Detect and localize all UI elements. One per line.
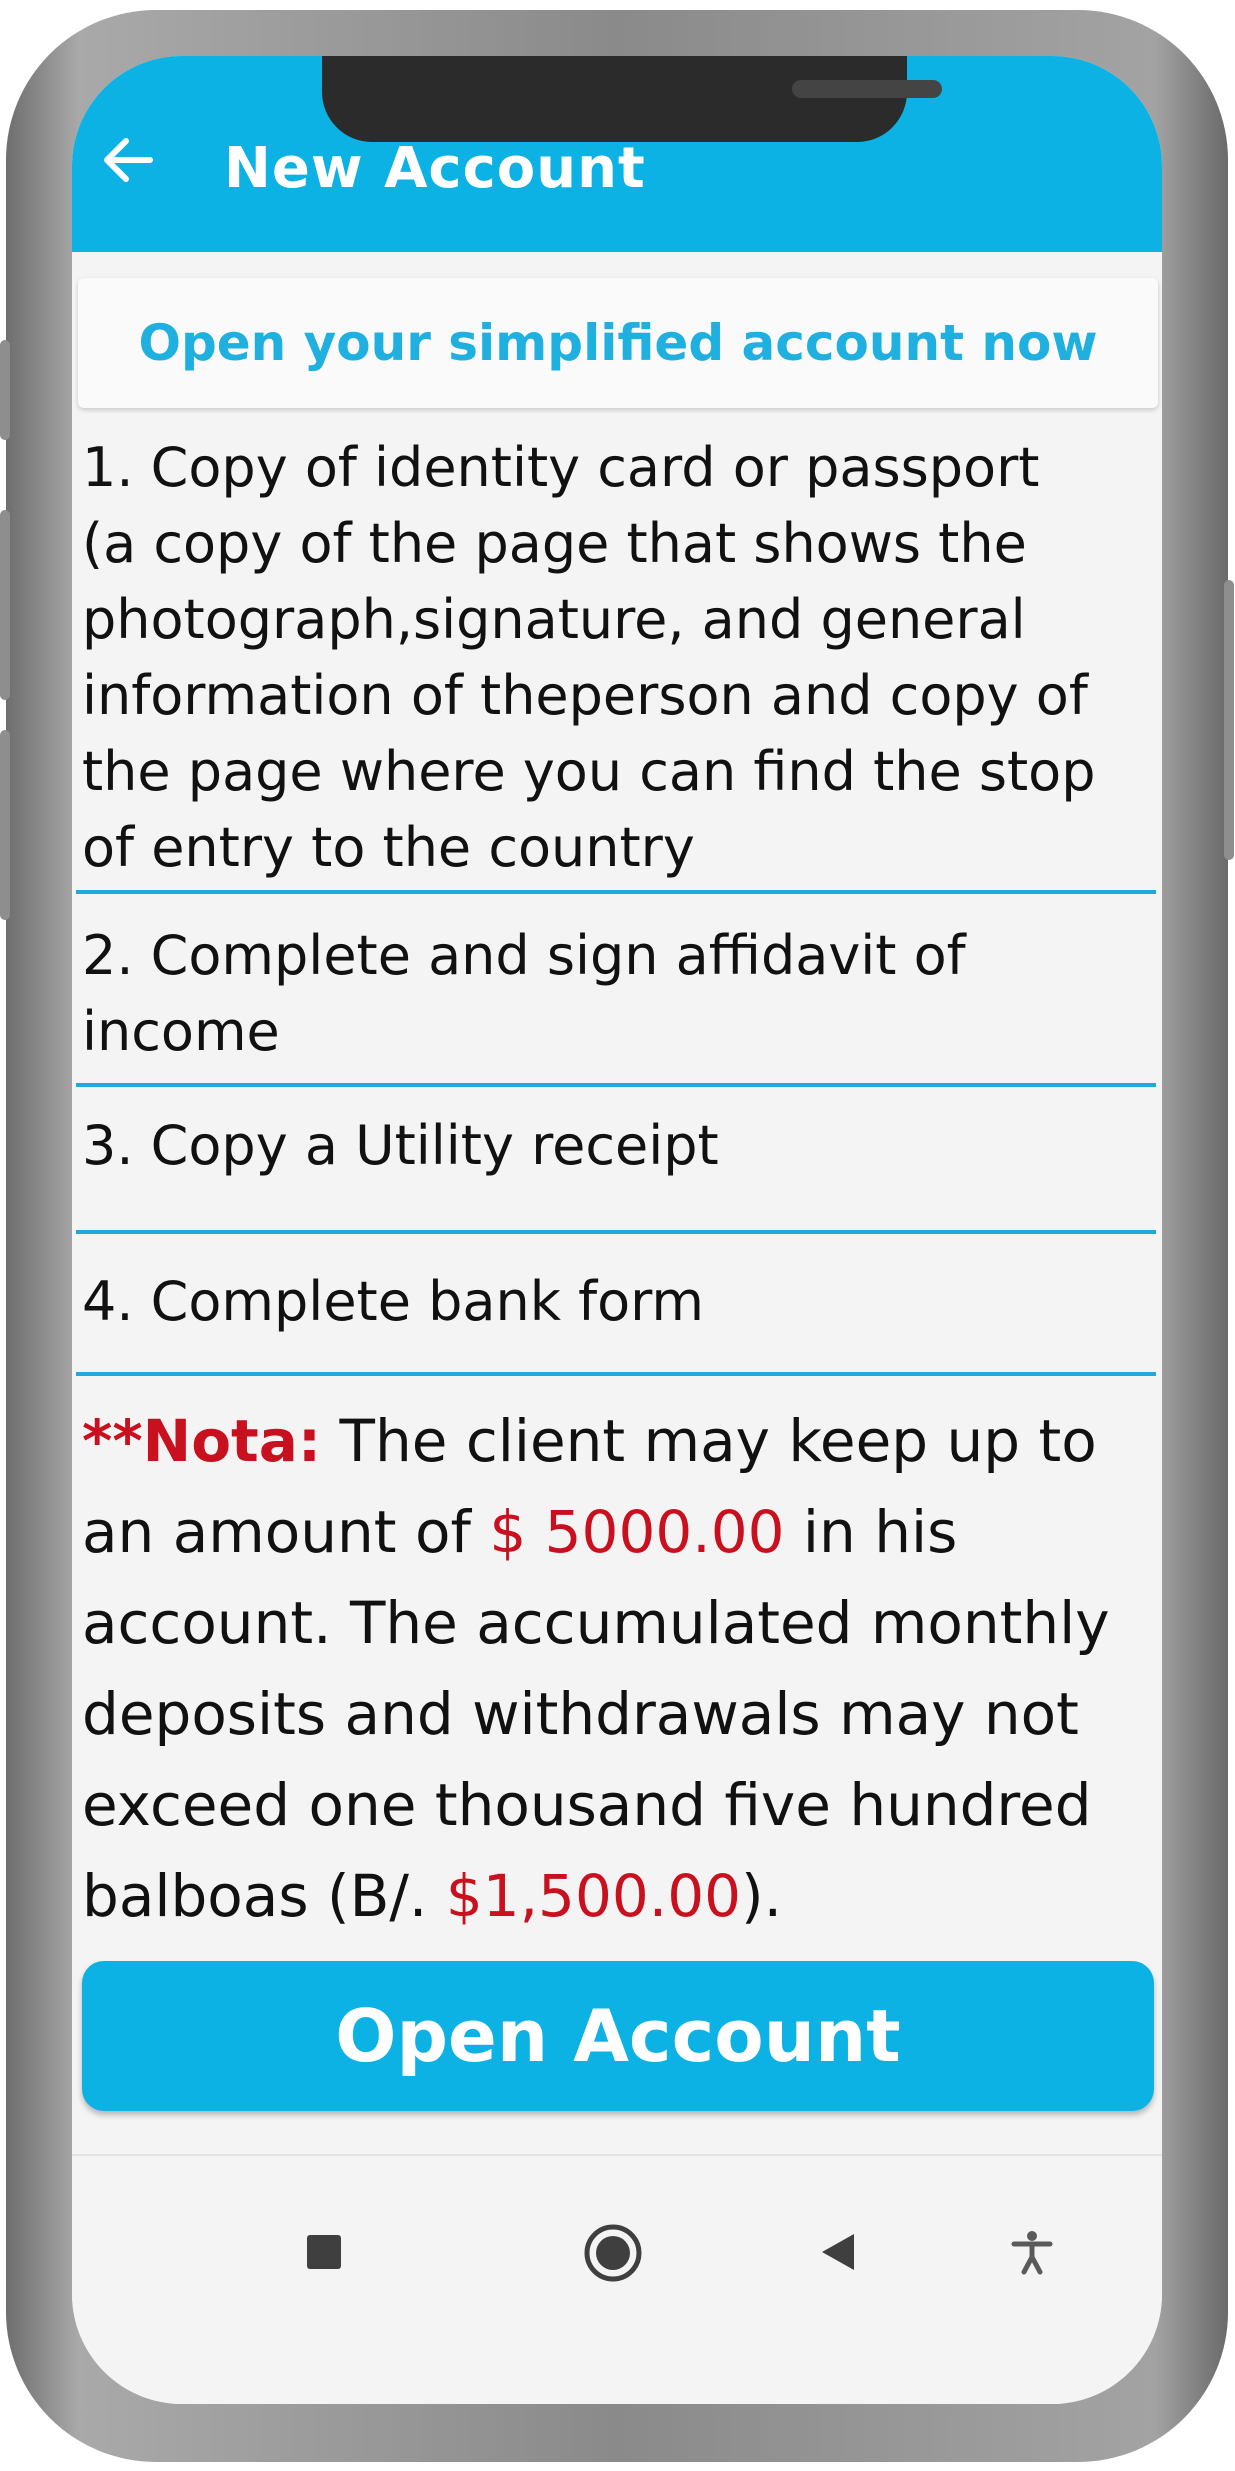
- accessibility-button[interactable]: [1002, 2224, 1062, 2284]
- note-text-part: ).: [741, 1862, 783, 1930]
- requirement-line: (a copy of the page that shows the: [82, 512, 1027, 575]
- volume-down-button: [0, 510, 10, 700]
- app-screen: New Account Open your simplified account…: [72, 56, 1162, 2404]
- requirement-item-2: 2. Complete and sign affidavit of income: [82, 918, 1154, 1070]
- divider: [76, 1230, 1156, 1234]
- side-button-lower: [0, 730, 10, 920]
- subheader-card: Open your simplified account now: [78, 278, 1158, 408]
- back-button[interactable]: [98, 132, 158, 192]
- subheader-text: Open your simplified account now: [138, 314, 1098, 372]
- requirement-line: 3. Copy a Utility receipt: [82, 1114, 719, 1177]
- divider: [76, 890, 1156, 894]
- circle-icon: [582, 2222, 644, 2289]
- page-title: New Account: [224, 136, 646, 201]
- note-line: an amount of $ 5000.00 in his: [82, 1487, 1157, 1578]
- note-line: deposits and withdrawals may not: [82, 1680, 1079, 1748]
- requirement-line: 2. Complete and sign affidavit of: [82, 924, 966, 987]
- app-header: New Account: [72, 56, 1162, 252]
- speaker-grille: [792, 80, 942, 98]
- home-button[interactable]: [578, 2220, 648, 2290]
- requirement-item-4: 4. Complete bank form: [82, 1264, 1154, 1340]
- recents-button[interactable]: [294, 2224, 354, 2284]
- note-text-part: an amount of: [82, 1498, 490, 1566]
- requirement-line: income: [82, 1000, 280, 1063]
- arrow-left-icon: [100, 132, 156, 193]
- requirement-item-3: 3. Copy a Utility receipt: [82, 1108, 1154, 1184]
- back-nav-button[interactable]: [808, 2224, 868, 2284]
- requirement-line: 1. Copy of identity card or passport: [82, 436, 1040, 499]
- amount-limit: $ 5000.00: [489, 1498, 785, 1566]
- requirement-item-1: 1. Copy of identity card or passport (a …: [82, 430, 1154, 886]
- requirement-line: photograph,signature, and general: [82, 588, 1026, 651]
- note-text-part: The client may keep up to: [321, 1407, 1097, 1475]
- note-text-part: in his: [784, 1498, 958, 1566]
- notch: [322, 56, 942, 142]
- requirement-line: information of theperson and copy of: [82, 664, 1088, 727]
- note-label: **Nota:: [82, 1407, 322, 1475]
- volume-up-button: [0, 340, 10, 440]
- note-line: exceed one thousand five hundred: [82, 1771, 1092, 1839]
- note-line: **Nota: The client may keep up to: [82, 1396, 1157, 1487]
- requirement-line: of entry to the country: [82, 816, 695, 879]
- amount-monthly: $1,500.00: [445, 1862, 741, 1930]
- square-icon: [304, 2232, 344, 2277]
- note-line: balboas (B/. $1,500.00).: [82, 1851, 1157, 1942]
- divider: [76, 1372, 1156, 1376]
- accessibility-icon: [1009, 2229, 1055, 2280]
- system-nav-bar: [72, 2154, 1162, 2404]
- requirement-line: 4. Complete bank form: [82, 1270, 705, 1333]
- note-text: **Nota: The client may keep up to an amo…: [82, 1396, 1157, 1942]
- triangle-back-icon: [816, 2230, 860, 2279]
- note-text-part: balboas (B/.: [82, 1862, 446, 1930]
- power-button: [1224, 580, 1234, 860]
- requirement-line: the page where you can find the stop: [82, 740, 1096, 803]
- divider: [76, 1083, 1156, 1087]
- note-line: account. The accumulated monthly: [82, 1589, 1110, 1657]
- open-account-button[interactable]: Open Account: [82, 1961, 1154, 2111]
